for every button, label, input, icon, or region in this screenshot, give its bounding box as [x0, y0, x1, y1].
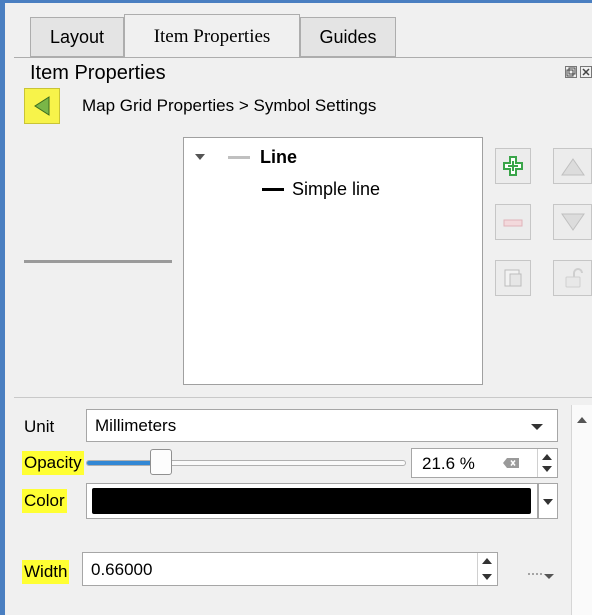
opacity-slider-handle[interactable]	[150, 449, 172, 475]
opacity-label: Opacity	[22, 451, 84, 475]
line-symbol-icon	[228, 156, 250, 159]
color-menu-button[interactable]	[538, 483, 558, 519]
stepper-down-icon[interactable]	[542, 466, 552, 472]
opacity-slider-fill	[87, 461, 155, 465]
move-up-button[interactable]	[553, 148, 592, 184]
tab-guides[interactable]: Guides	[300, 17, 396, 57]
opacity-spinbox[interactable]: 21.6 %	[411, 448, 558, 478]
breadcrumb: Map Grid Properties > Symbol Settings	[82, 96, 377, 115]
add-layer-icon	[503, 156, 523, 176]
opacity-stepper[interactable]	[537, 449, 557, 477]
width-label: Width	[22, 560, 70, 584]
float-panel-icon[interactable]	[565, 66, 577, 78]
unit-select[interactable]: Millimeters	[86, 409, 558, 442]
window-frame-top	[0, 0, 592, 3]
properties-scrollbar[interactable]	[571, 405, 592, 615]
simple-line-icon	[262, 188, 284, 191]
tab-layout[interactable]: Layout	[30, 17, 124, 57]
color-swatch	[92, 488, 531, 514]
add-layer-button[interactable]	[495, 148, 531, 184]
symbol-preview	[24, 260, 172, 263]
move-down-button[interactable]	[553, 204, 592, 240]
tab-item-properties[interactable]: Item Properties	[124, 14, 300, 58]
width-spinbox[interactable]: 0.66000	[82, 552, 498, 586]
width-value: 0.66000	[91, 560, 153, 579]
move-down-icon	[561, 213, 585, 231]
stepper-down-icon[interactable]	[482, 574, 492, 580]
color-button[interactable]	[86, 483, 538, 519]
section-divider	[14, 397, 592, 398]
scroll-up-icon[interactable]	[577, 417, 587, 423]
window-frame-left	[0, 0, 5, 615]
unit-label: Unit	[24, 417, 55, 436]
collapse-arrow-icon[interactable]	[194, 152, 206, 162]
chevron-down-icon	[531, 424, 543, 430]
data-defined-override-icon[interactable]	[526, 568, 556, 586]
duplicate-layer-button[interactable]	[495, 260, 531, 296]
lock-layer-button[interactable]	[553, 260, 592, 296]
duplicate-layer-icon	[504, 269, 522, 287]
tree-item-line-label: Line	[260, 147, 298, 167]
tab-bar-border	[14, 57, 592, 58]
tree-item-simple-line-label: Simple line	[292, 179, 381, 199]
symbol-layer-tree[interactable]: Line Simple line	[183, 137, 483, 385]
remove-layer-button[interactable]	[495, 204, 531, 240]
back-arrow-icon	[34, 96, 50, 116]
clear-icon[interactable]	[502, 457, 520, 469]
unit-select-value: Millimeters	[95, 416, 177, 435]
close-panel-icon[interactable]	[580, 66, 592, 78]
color-label: Color	[22, 489, 67, 513]
move-up-icon	[561, 158, 585, 176]
stepper-up-icon[interactable]	[542, 454, 552, 460]
lock-icon	[565, 268, 583, 288]
opacity-value: 21.6 %	[422, 454, 475, 473]
back-button[interactable]	[24, 88, 60, 124]
remove-layer-icon	[503, 219, 523, 227]
width-stepper[interactable]	[477, 553, 497, 585]
chevron-down-icon	[543, 499, 553, 505]
panel-title: Item Properties	[30, 62, 166, 84]
stepper-up-icon[interactable]	[482, 558, 492, 564]
opacity-slider[interactable]	[86, 460, 406, 466]
